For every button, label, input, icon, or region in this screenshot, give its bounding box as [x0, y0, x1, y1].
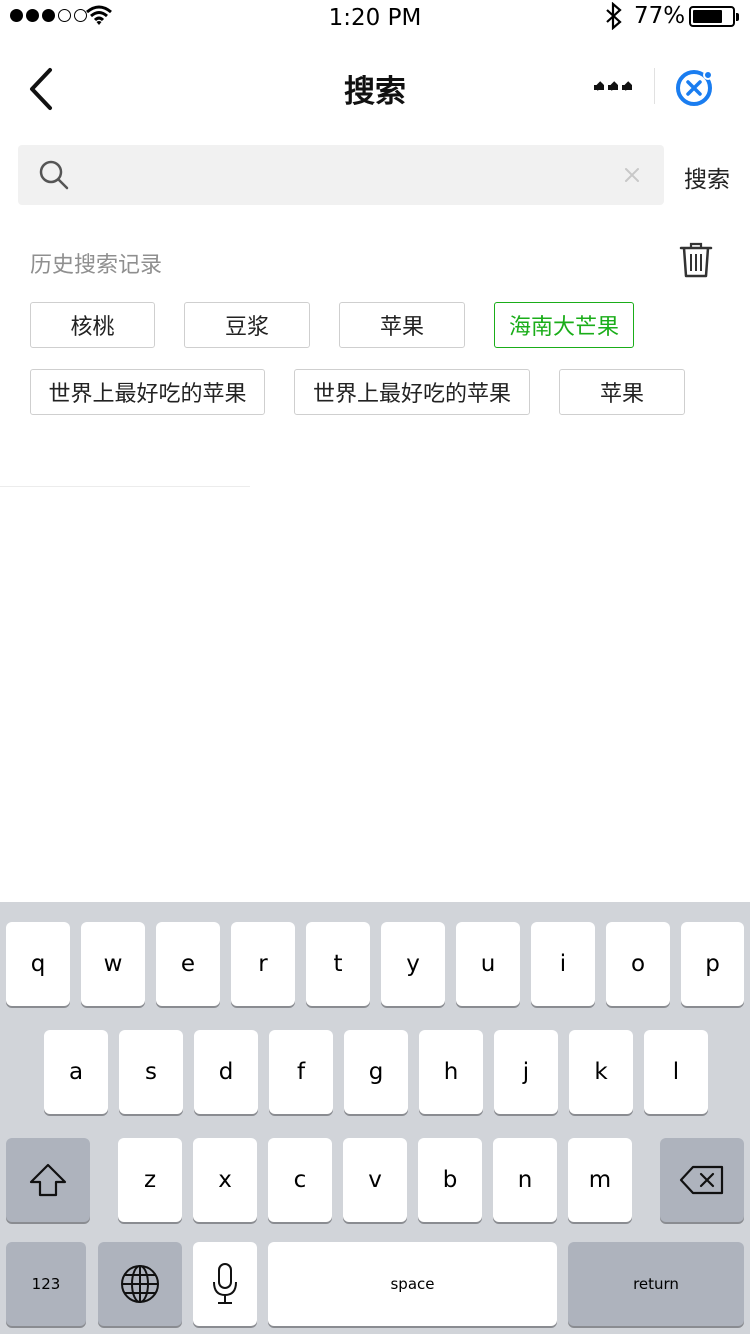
key-j[interactable]: j	[494, 1030, 558, 1114]
history-tag[interactable]: 苹果	[559, 369, 685, 415]
key-n[interactable]: n	[493, 1138, 557, 1222]
search-box	[18, 145, 664, 205]
key-f[interactable]: f	[269, 1030, 333, 1114]
history-tag[interactable]: 核桃	[30, 302, 155, 348]
globe-icon	[121, 1265, 159, 1303]
key-w[interactable]: w	[81, 922, 145, 1006]
key-b[interactable]: b	[418, 1138, 482, 1222]
more-options-icon[interactable]	[590, 74, 638, 100]
backspace-key[interactable]	[660, 1138, 744, 1222]
microphone-icon	[213, 1263, 237, 1304]
key-d[interactable]: d	[194, 1030, 258, 1114]
key-r[interactable]: r	[231, 922, 295, 1006]
history-tag[interactable]: 世界上最好吃的苹果	[30, 369, 265, 415]
search-input[interactable]	[88, 155, 618, 195]
key-h[interactable]: h	[419, 1030, 483, 1114]
key-o[interactable]: o	[606, 922, 670, 1006]
history-tag[interactable]: 世界上最好吃的苹果	[294, 369, 530, 415]
history-tag[interactable]: 苹果	[339, 302, 465, 348]
key-g[interactable]: g	[344, 1030, 408, 1114]
shift-key[interactable]	[6, 1138, 90, 1222]
key-q[interactable]: q	[6, 922, 70, 1006]
trash-icon[interactable]	[678, 242, 714, 278]
globe-key[interactable]	[98, 1242, 182, 1326]
key-l[interactable]: l	[644, 1030, 708, 1114]
key-k[interactable]: k	[569, 1030, 633, 1114]
dictation-key[interactable]	[193, 1242, 257, 1326]
key-e[interactable]: e	[156, 922, 220, 1006]
key-p[interactable]: p	[681, 922, 744, 1006]
search-icon	[39, 160, 69, 190]
key-u[interactable]: u	[456, 922, 520, 1006]
key-v[interactable]: v	[343, 1138, 407, 1222]
key-s[interactable]: s	[119, 1030, 183, 1114]
keyboard: q w e r t y u i o p a s d f g h j k l z …	[0, 902, 750, 1334]
key-z[interactable]: z	[118, 1138, 182, 1222]
nav-divider	[654, 68, 655, 104]
section-divider	[0, 486, 250, 487]
clear-icon[interactable]	[622, 165, 642, 185]
status-bar: 1:20 PM 77%	[0, 0, 750, 40]
numbers-key[interactable]: 123	[6, 1242, 86, 1326]
history-tag-selected[interactable]: 海南大芒果	[494, 302, 634, 348]
history-title: 历史搜索记录	[30, 253, 163, 278]
history-tag[interactable]: 豆浆	[184, 302, 310, 348]
battery-level-fill	[693, 10, 722, 23]
key-i[interactable]: i	[531, 922, 595, 1006]
key-y[interactable]: y	[381, 922, 445, 1006]
shift-icon	[29, 1163, 67, 1197]
space-key[interactable]: space	[268, 1242, 557, 1326]
bluetooth-icon	[606, 2, 622, 30]
key-m[interactable]: m	[568, 1138, 632, 1222]
backspace-icon	[679, 1165, 724, 1195]
key-a[interactable]: a	[44, 1030, 108, 1114]
key-x[interactable]: x	[193, 1138, 257, 1222]
key-c[interactable]: c	[268, 1138, 332, 1222]
search-button[interactable]: 搜索	[684, 160, 730, 194]
key-t[interactable]: t	[306, 922, 370, 1006]
battery-icon	[689, 6, 739, 27]
battery-percentage: 77%	[634, 3, 686, 29]
return-key[interactable]: return	[568, 1242, 744, 1326]
close-miniprogram-icon[interactable]	[672, 66, 716, 110]
